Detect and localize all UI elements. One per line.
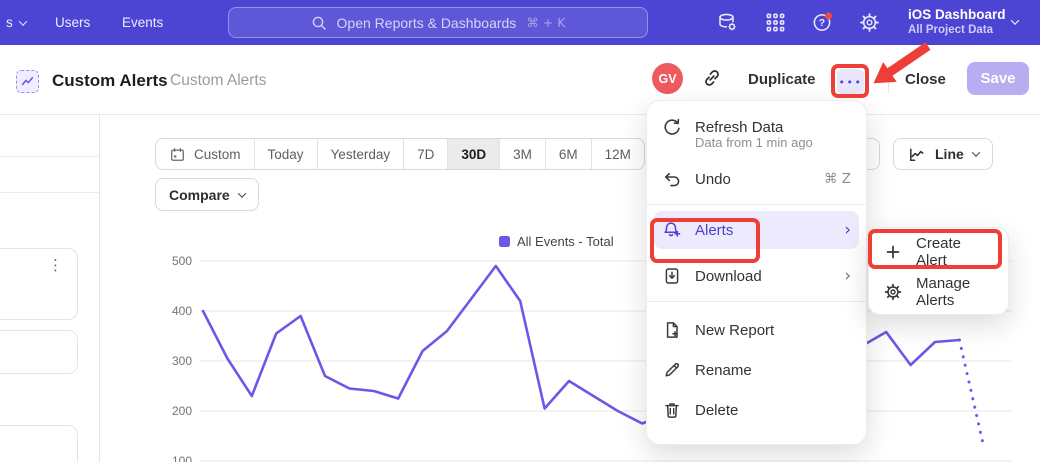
svg-text:300: 300 (172, 354, 192, 368)
menu-item-label: New Report (695, 322, 774, 339)
refresh-data-subtitle: Data from 1 min ago (647, 135, 866, 150)
menu-divider (647, 301, 866, 302)
menu-item-rename[interactable]: Rename (647, 350, 866, 390)
svg-text:200: 200 (172, 404, 192, 418)
save-button[interactable]: Save (967, 62, 1029, 95)
global-search-input[interactable]: Open Reports & Dashboards ⌘ + K (228, 7, 648, 38)
refresh-icon (662, 117, 682, 137)
menu-item-undo[interactable]: Undo ⌘ Z (647, 159, 866, 199)
more-options-menu: Refresh Data Data from 1 min ago Undo ⌘ … (646, 100, 867, 445)
menu-item-label: Rename (695, 362, 752, 379)
nav-item-events[interactable]: Events (122, 15, 163, 30)
settings-gear-icon[interactable] (858, 11, 881, 34)
search-icon (311, 15, 327, 31)
plus-icon (883, 242, 903, 262)
svg-text:500: 500 (172, 254, 192, 268)
svg-text:100: 100 (172, 454, 192, 462)
breadcrumb: Custom Alerts (170, 72, 266, 90)
submenu-item-create-alert[interactable]: Create Alert (869, 232, 1008, 272)
menu-item-label: Refresh Data (695, 119, 783, 136)
avatar[interactable]: GV (652, 63, 683, 94)
project-switcher[interactable]: iOS Dashboard All Project Data (908, 6, 1006, 37)
chart-legend[interactable]: All Events - Total (499, 234, 614, 249)
pencil-icon (662, 360, 682, 380)
top-navigation-bar: s Users Events Open Reports & Dashboards… (0, 0, 1040, 45)
menu-item-new-report[interactable]: New Report (647, 310, 866, 350)
trash-icon (662, 400, 682, 420)
more-options-button[interactable]: ••• (837, 69, 864, 95)
download-icon (662, 266, 682, 286)
submenu-item-label: Create Alert (916, 235, 994, 269)
new-report-icon (662, 320, 682, 340)
sidebar-card: ⋮ (0, 248, 78, 320)
sidebar-row-divider (0, 156, 99, 157)
apps-grid-icon[interactable] (764, 11, 787, 34)
nav-item-boards-truncated[interactable]: s (6, 15, 26, 30)
menu-item-label: Undo (695, 171, 731, 188)
header-divider (888, 66, 889, 93)
share-link-icon[interactable] (701, 67, 723, 89)
report-type-icon (16, 70, 39, 93)
sidebar-card (0, 330, 78, 374)
help-icon[interactable]: ? (811, 11, 834, 34)
report-header: Custom Alerts Custom Alerts GV Duplicate… (0, 45, 1040, 115)
data-management-icon[interactable] (716, 11, 739, 34)
card-kebab-menu-icon[interactable]: ⋮ (48, 258, 63, 273)
project-name: iOS Dashboard (908, 6, 1006, 23)
project-chevron-down-icon[interactable] (1011, 16, 1019, 24)
legend-color-swatch (499, 236, 510, 247)
undo-icon (662, 169, 682, 189)
submenu-chevron-right-icon: › (844, 222, 851, 239)
project-scope: All Project Data (908, 23, 1006, 37)
submenu-chevron-right-icon: › (844, 268, 851, 285)
alerts-submenu: Create Alert Manage Alerts (868, 227, 1009, 315)
notification-dot (825, 12, 832, 19)
menu-divider (647, 204, 866, 205)
undo-shortcut: ⌘ Z (824, 171, 851, 187)
gear-icon (883, 282, 903, 302)
close-button[interactable]: Close (905, 71, 946, 88)
menu-item-label: Download (695, 268, 762, 285)
svg-text:400: 400 (172, 304, 192, 318)
submenu-item-manage-alerts[interactable]: Manage Alerts (869, 272, 1008, 312)
menu-item-label: Delete (695, 402, 738, 419)
menu-item-label: Alerts (695, 222, 733, 239)
sidebar-row-divider (0, 192, 99, 193)
menu-item-delete[interactable]: Delete (647, 390, 866, 430)
menu-item-download[interactable]: Download › (647, 256, 866, 296)
bell-plus-icon (662, 220, 682, 240)
page-title: Custom Alerts (52, 71, 168, 91)
submenu-item-label: Manage Alerts (916, 275, 994, 309)
menu-item-alerts[interactable]: Alerts › (654, 211, 859, 249)
nav-item-users[interactable]: Users (55, 15, 90, 30)
svg-text:?: ? (819, 18, 825, 29)
legend-series-label: All Events - Total (517, 234, 614, 249)
duplicate-button[interactable]: Duplicate (748, 71, 816, 88)
search-placeholder: Open Reports & Dashboards (337, 15, 517, 31)
search-shortcut-hint: ⌘ + K (526, 15, 565, 30)
sidebar-card (0, 425, 78, 462)
chevron-down-icon (19, 17, 27, 25)
app-window: s Users Events Open Reports & Dashboards… (0, 0, 1040, 462)
nav-item-label: s (6, 15, 13, 30)
